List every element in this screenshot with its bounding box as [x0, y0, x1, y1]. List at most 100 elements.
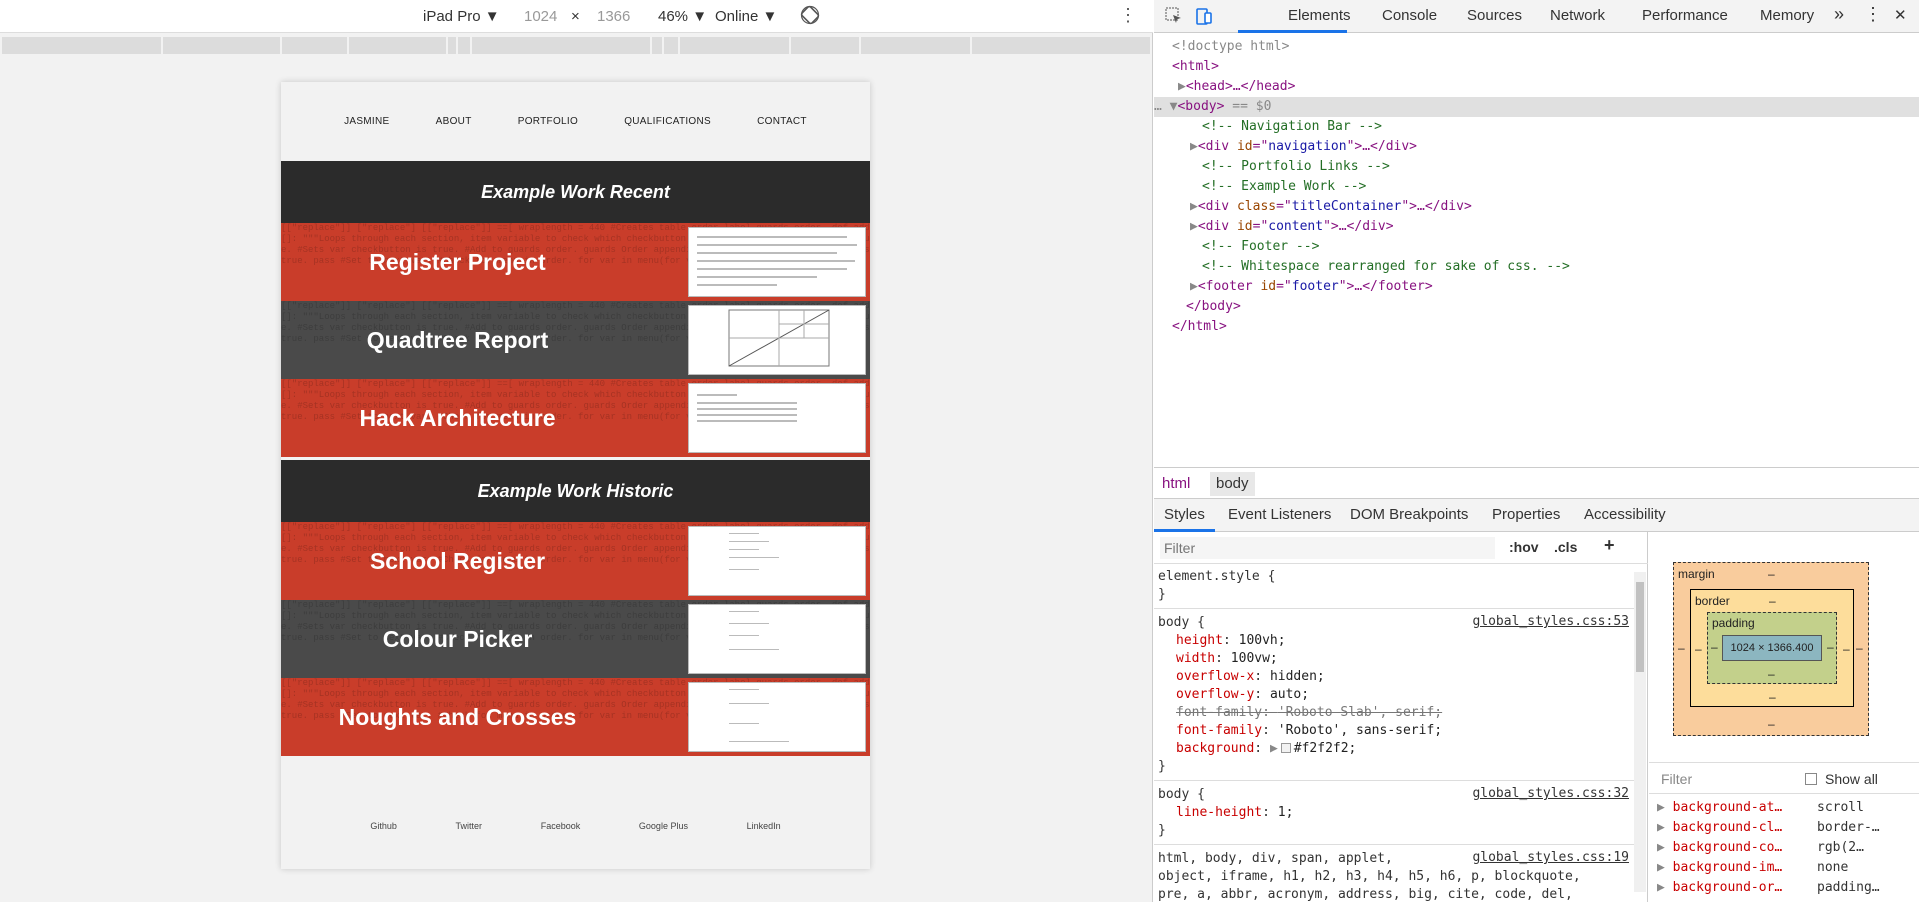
- device-menu-icon[interactable]: ⋮: [1119, 6, 1137, 24]
- html-close-tag[interactable]: </html>: [1172, 317, 1919, 337]
- tab-network[interactable]: Network: [1550, 7, 1605, 24]
- comment-node[interactable]: <!-- Footer -->: [1202, 237, 1919, 257]
- rule-divider: [1154, 844, 1646, 845]
- computed-filter-input[interactable]: Filter: [1661, 771, 1692, 787]
- styles-pane: :hov .cls + element.style { } body { glo…: [1154, 532, 1648, 902]
- tab-dom-breakpoints[interactable]: DOM Breakpoints: [1350, 506, 1468, 523]
- portfolio-card-hack-architecture[interactable]: [["replace"]] ["replace"] [["replace"]] …: [281, 379, 870, 457]
- breadcrumb-body[interactable]: body: [1210, 472, 1255, 496]
- scroll-thumb[interactable]: [1636, 582, 1644, 672]
- devtools-menu-icon[interactable]: ⋮: [1864, 4, 1882, 25]
- div-titlecontainer-node[interactable]: ▶<div class="titleContainer">…</div>: [1190, 197, 1919, 217]
- box-model-margin[interactable]: margin – – – – border – – – – padding – …: [1673, 562, 1869, 736]
- height-input[interactable]: 1366: [597, 8, 630, 25]
- comment-node[interactable]: <!-- Example Work -->: [1202, 177, 1919, 197]
- style-declaration[interactable]: height: 100vh;: [1176, 632, 1286, 650]
- html-node[interactable]: <html>: [1172, 57, 1919, 77]
- footer-googleplus-link[interactable]: Google Plus: [639, 821, 688, 831]
- tab-styles[interactable]: Styles: [1164, 506, 1205, 523]
- nav-portfolio[interactable]: PORTFOLIO: [518, 116, 578, 127]
- style-declaration[interactable]: width: 100vw;: [1176, 650, 1278, 668]
- box-model-padding[interactable]: padding – – – 1024 × 1366.400: [1707, 612, 1837, 684]
- nav-jasmine[interactable]: JASMINE: [344, 116, 389, 127]
- div-navigation-node[interactable]: ▶<div id="navigation">…</div>: [1190, 137, 1919, 157]
- device-toggle-icon[interactable]: [1194, 6, 1214, 26]
- tab-console[interactable]: Console: [1382, 7, 1437, 24]
- computed-row[interactable]: ▶ background-co… rgb(2…: [1657, 838, 1919, 858]
- comment-node[interactable]: <!-- Portfolio Links -->: [1202, 157, 1919, 177]
- more-tabs-icon[interactable]: »: [1834, 4, 1844, 25]
- portfolio-card-quadtree-report[interactable]: [["replace"]] ["replace"] [["replace"]] …: [281, 301, 870, 379]
- computed-row[interactable]: ▶ background-im… none: [1657, 858, 1919, 878]
- rule-source-link[interactable]: global_styles.css:19: [1472, 850, 1629, 865]
- show-all-checkbox[interactable]: [1805, 773, 1817, 785]
- div-content-node[interactable]: ▶<div id="content">…</div>: [1190, 217, 1919, 237]
- footer-github-link[interactable]: Github: [370, 821, 397, 831]
- color-swatch[interactable]: [1280, 743, 1291, 753]
- tab-performance[interactable]: Performance: [1642, 7, 1728, 24]
- zoom-select[interactable]: 46% ▼: [658, 8, 707, 25]
- computed-prop: background-co…: [1672, 840, 1783, 855]
- throttle-select[interactable]: Online ▼: [715, 8, 777, 25]
- width-input[interactable]: 1024: [524, 8, 557, 25]
- new-rule-icon[interactable]: +: [1604, 535, 1615, 556]
- nav-qualifications[interactable]: QUALIFICATIONS: [624, 116, 711, 127]
- portfolio-card-noughts-and-crosses[interactable]: [["replace"]] ["replace"] [["replace"]] …: [281, 678, 870, 756]
- style-declaration[interactable]: overflow-y: auto;: [1176, 686, 1309, 704]
- body-node-selected[interactable]: … ▼<body> == $0: [1154, 97, 1919, 117]
- body-close-tag[interactable]: </body>: [1186, 297, 1919, 317]
- head-node[interactable]: ▶<head>…</head>: [1178, 77, 1919, 97]
- computed-row[interactable]: ▶ background-or… padding…: [1657, 878, 1919, 898]
- rule-selector[interactable]: body {: [1158, 786, 1205, 804]
- close-devtools-icon[interactable]: ✕: [1894, 6, 1907, 24]
- rule-selector[interactable]: pre, a, abbr, acronym, address, big, cit…: [1158, 886, 1573, 902]
- tab-event-listeners[interactable]: Event Listeners: [1228, 506, 1331, 523]
- tab-elements[interactable]: Elements: [1288, 7, 1351, 24]
- media-query-ruler[interactable]: [2, 37, 1150, 54]
- styles-filter-input[interactable]: [1160, 537, 1495, 559]
- tab-accessibility[interactable]: Accessibility: [1584, 506, 1666, 523]
- footer-facebook-link[interactable]: Facebook: [541, 821, 581, 831]
- rule-close: }: [1158, 587, 1166, 602]
- tab-sources[interactable]: Sources: [1467, 7, 1522, 24]
- card-thumbnail: [688, 682, 866, 752]
- nav-contact[interactable]: CONTACT: [757, 116, 807, 127]
- margin-right-value: –: [1856, 641, 1863, 655]
- computed-row[interactable]: ▶ background-at… scroll: [1657, 798, 1919, 818]
- device-select[interactable]: iPad Pro ▼: [423, 8, 500, 25]
- inspect-element-icon[interactable]: [1164, 6, 1184, 26]
- style-declaration[interactable]: overflow-x: hidden;: [1176, 668, 1325, 686]
- tab-memory[interactable]: Memory: [1760, 7, 1814, 24]
- rule-selector[interactable]: html, body, div, span, applet,: [1158, 850, 1393, 868]
- portfolio-card-colour-picker[interactable]: [["replace"]] ["replace"] [["replace"]] …: [281, 600, 870, 678]
- comment-node[interactable]: <!-- Navigation Bar -->: [1202, 117, 1919, 137]
- portfolio-card-register-project[interactable]: [["replace"]] ["replace"] [["replace"]] …: [281, 223, 870, 301]
- screen: iPad Pro ▼ 1024 × 1366 46% ▼ Online ▼ ⋮ …: [0, 0, 1919, 902]
- style-declaration[interactable]: font-family: 'Roboto', sans-serif;: [1176, 722, 1442, 740]
- portfolio-card-school-register[interactable]: [["replace"]] ["replace"] [["replace"]] …: [281, 522, 870, 600]
- rule-selector[interactable]: body {: [1158, 614, 1205, 632]
- footer-linkedin-link[interactable]: LinkedIn: [747, 821, 781, 831]
- footer-twitter-link[interactable]: Twitter: [456, 821, 483, 831]
- style-declaration-overridden[interactable]: font-family: 'Roboto Slab', serif;: [1176, 704, 1442, 722]
- element-style-selector[interactable]: element.style {: [1158, 568, 1275, 586]
- box-model-border[interactable]: border – – – – padding – – – 1024 × 1366…: [1690, 589, 1854, 707]
- footer-node[interactable]: ▶<footer id="footer">…</footer>: [1190, 277, 1919, 297]
- box-model-content-size[interactable]: 1024 × 1366.400: [1722, 635, 1822, 661]
- card-title: Register Project: [369, 248, 546, 275]
- style-declaration[interactable]: line-height: 1;: [1176, 804, 1293, 822]
- hov-toggle[interactable]: :hov: [1509, 539, 1539, 555]
- comment-node[interactable]: <!-- Whitespace rearranged for sake of c…: [1202, 257, 1919, 277]
- rule-source-link[interactable]: global_styles.css:53: [1472, 614, 1629, 629]
- cls-toggle[interactable]: .cls: [1554, 539, 1577, 555]
- rule-source-link[interactable]: global_styles.css:32: [1472, 786, 1629, 801]
- rule-selector[interactable]: object, iframe, h1, h2, h3, h4, h5, h6, …: [1158, 868, 1581, 886]
- breadcrumb-html[interactable]: html: [1162, 475, 1190, 492]
- rotate-icon[interactable]: [800, 5, 820, 29]
- doctype-node[interactable]: <!doctype html>: [1172, 37, 1919, 57]
- styles-scrollbar[interactable]: [1634, 572, 1646, 892]
- tab-properties[interactable]: Properties: [1492, 506, 1560, 523]
- style-declaration[interactable]: background: ▶ #f2f2f2;: [1176, 740, 1356, 758]
- computed-row[interactable]: ▶ background-cl… border-…: [1657, 818, 1919, 838]
- nav-about[interactable]: ABOUT: [436, 116, 472, 127]
